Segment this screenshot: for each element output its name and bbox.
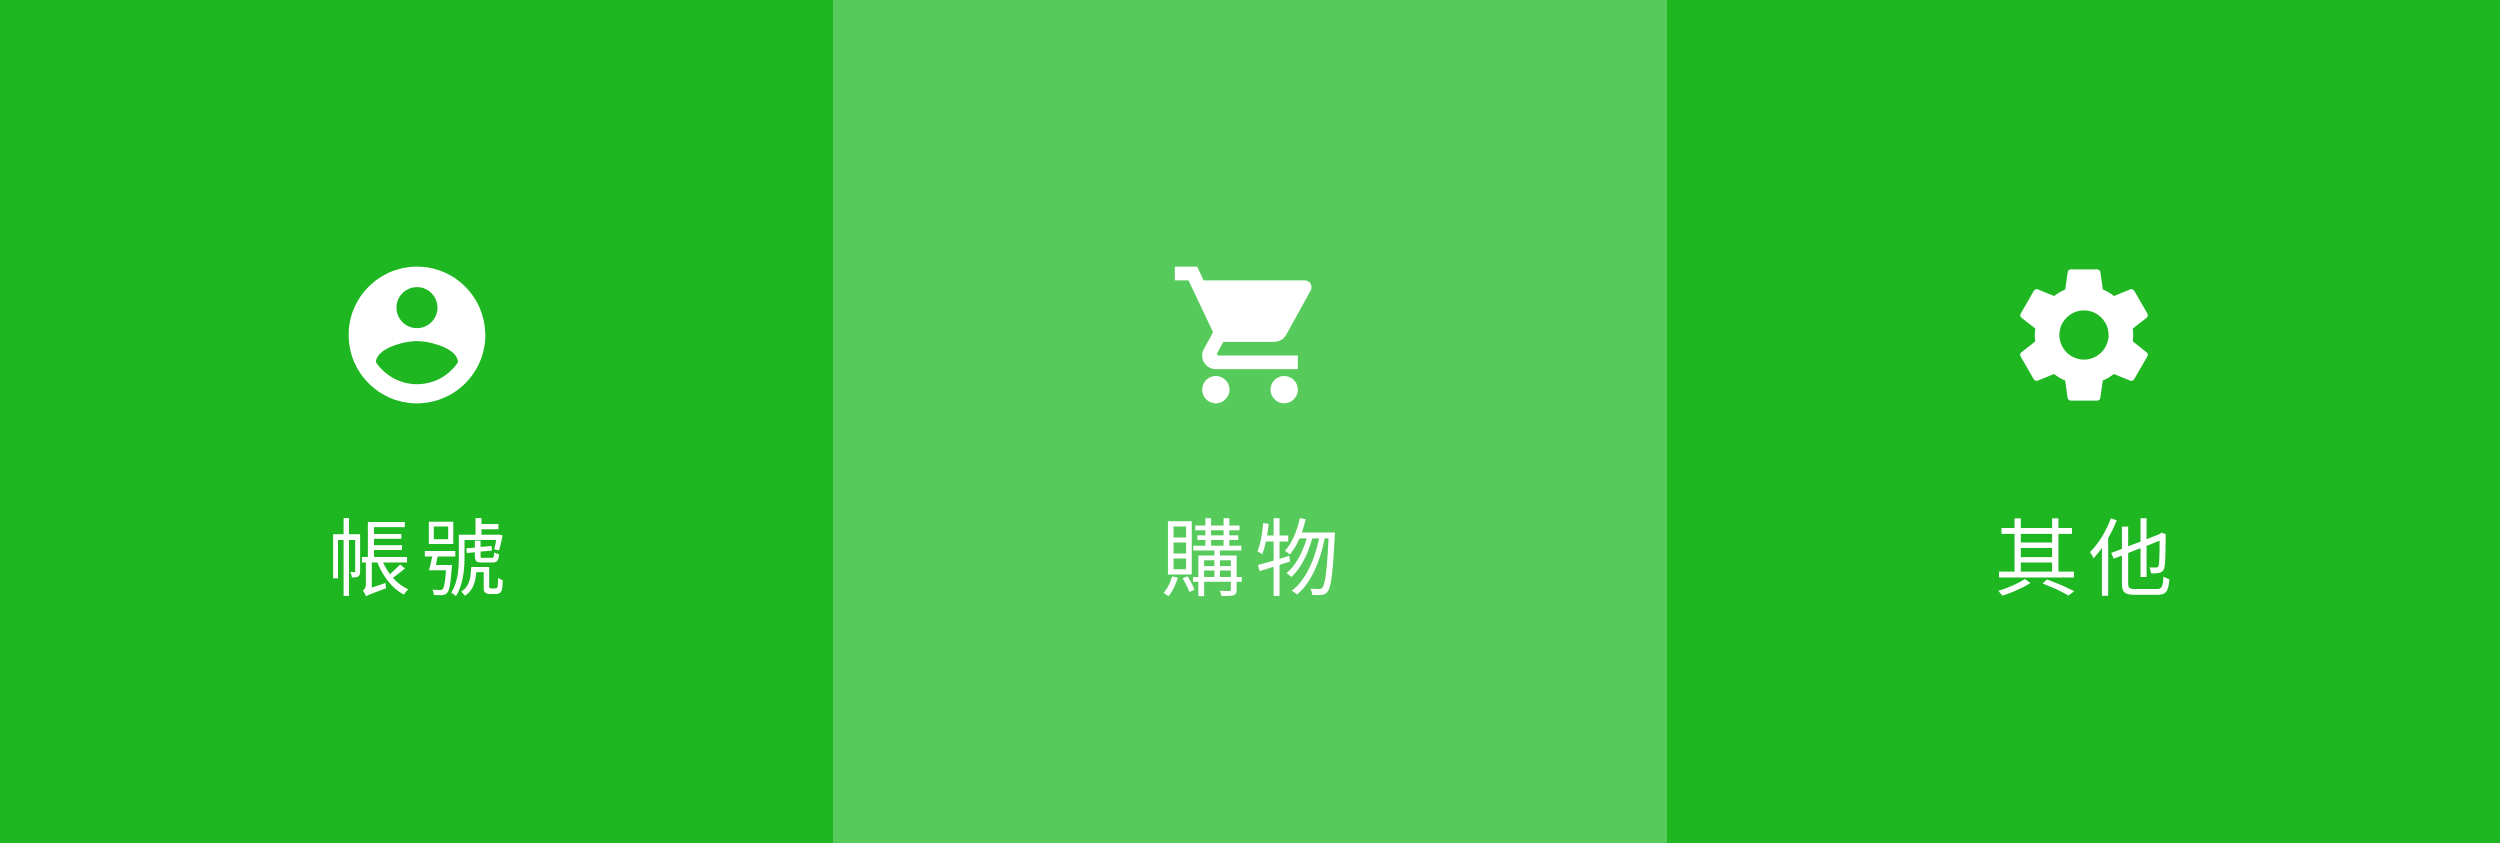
bottom-tab-bar: 帳號 購物 其他 xyxy=(0,0,2500,843)
account-circle-icon xyxy=(335,253,499,417)
tab-account[interactable]: 帳號 xyxy=(0,0,833,843)
tab-shopping-label: 購物 xyxy=(1160,511,1349,609)
settings-gear-icon xyxy=(2002,253,2166,417)
tab-other-label: 其他 xyxy=(1994,511,2183,609)
tab-shopping[interactable]: 購物 xyxy=(833,0,1667,843)
shopping-cart-icon xyxy=(1168,253,1332,417)
tab-account-label: 帳號 xyxy=(327,511,516,609)
tab-other[interactable]: 其他 xyxy=(1667,0,2500,843)
